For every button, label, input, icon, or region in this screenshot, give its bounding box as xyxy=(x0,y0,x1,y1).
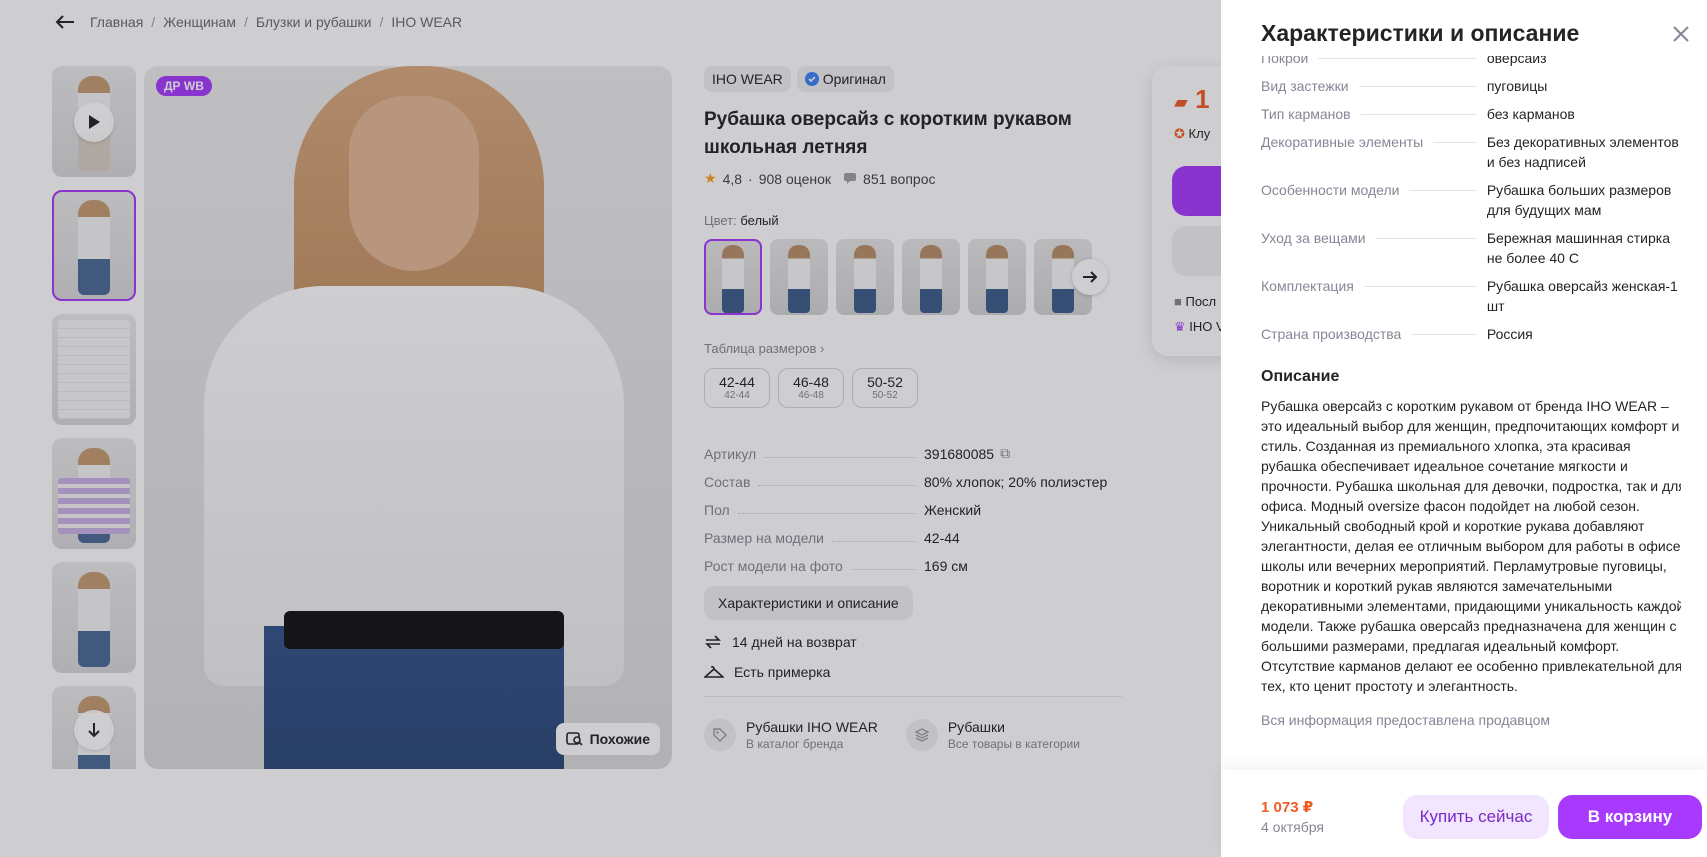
property-key-text: Страна производства xyxy=(1261,326,1402,342)
property-row: Тип карманов без карманов xyxy=(1261,104,1681,124)
footer-price: 1 073 ₽ xyxy=(1261,799,1314,816)
property-value: Россия xyxy=(1486,326,1533,342)
property-key: Страна производства xyxy=(1261,324,1487,344)
property-key: Декоративные элементы xyxy=(1261,132,1487,172)
property-value: Рубашка оверсайз женская-1 шт xyxy=(1486,278,1678,314)
cut-row: Покрой оверсайз xyxy=(1261,56,1681,70)
property-row: Уход за вещами Бережная машинная стирка н… xyxy=(1261,228,1681,268)
property-row: Декоративные элементы Без декоративных эл… xyxy=(1261,132,1681,172)
property-row: Особенности модели Рубашка больших размер… xyxy=(1261,180,1681,220)
buy-now-button[interactable]: Купить сейчас xyxy=(1403,795,1549,839)
property-value: без карманов xyxy=(1486,106,1575,122)
property-value: Рубашка больших размеров для будущих мам xyxy=(1486,182,1672,218)
delivery-date: 4 октября xyxy=(1261,819,1324,835)
property-key-text: Уход за вещами xyxy=(1261,230,1366,246)
property-key: Тип карманов xyxy=(1261,104,1487,124)
panel-title: Характеристики и описание xyxy=(1261,20,1580,46)
property-key-text: Покрой xyxy=(1261,56,1309,66)
property-value: оверсайз xyxy=(1486,56,1547,66)
property-key-text: Декоративные элементы xyxy=(1261,134,1424,150)
panel-scroll-area[interactable]: Покрой оверсайз Вид застежки пуговицы Тип … xyxy=(1261,56,1681,770)
property-value: пуговицы xyxy=(1486,78,1548,94)
property-row: Комплектация Рубашка оверсайз женская-1 ш… xyxy=(1261,276,1681,316)
add-to-cart-button[interactable]: В корзину xyxy=(1558,795,1702,839)
property-key-text: Особенности модели xyxy=(1261,182,1400,198)
property-row: Покрой оверсайз xyxy=(1261,56,1681,68)
panel-footer: 1 073 ₽ 4 октября Купить сейчас В корзин… xyxy=(1221,770,1707,857)
description-text: Рубашка оверсайз с коротким рукавом от б… xyxy=(1261,398,1681,694)
property-value: Без декоративных элементов и без надписе… xyxy=(1486,134,1679,170)
property-key: Вид застежки xyxy=(1261,76,1487,96)
property-row: Страна производства Россия xyxy=(1261,324,1681,344)
property-key-text: Комплектация xyxy=(1261,278,1354,294)
close-icon[interactable] xyxy=(1671,24,1691,44)
overlay-dim[interactable] xyxy=(0,0,1221,857)
property-key: Особенности модели xyxy=(1261,180,1487,220)
description-heading: Описание xyxy=(1261,368,1340,385)
property-key-text: Тип карманов xyxy=(1261,106,1351,122)
property-row: Вид застежки пуговицы xyxy=(1261,76,1681,96)
property-key: Покрой xyxy=(1261,56,1487,68)
property-key: Комплектация xyxy=(1261,276,1487,316)
seller-note: Вся информация предоставлена продавцом xyxy=(1261,712,1551,728)
property-key: Уход за вещами xyxy=(1261,228,1487,268)
property-value: Бережная машинная стирка не более 40 С xyxy=(1486,230,1671,266)
characteristics-panel: Характеристики и описание Покрой оверсайз… xyxy=(1221,0,1707,857)
property-key-text: Вид застежки xyxy=(1261,78,1349,94)
